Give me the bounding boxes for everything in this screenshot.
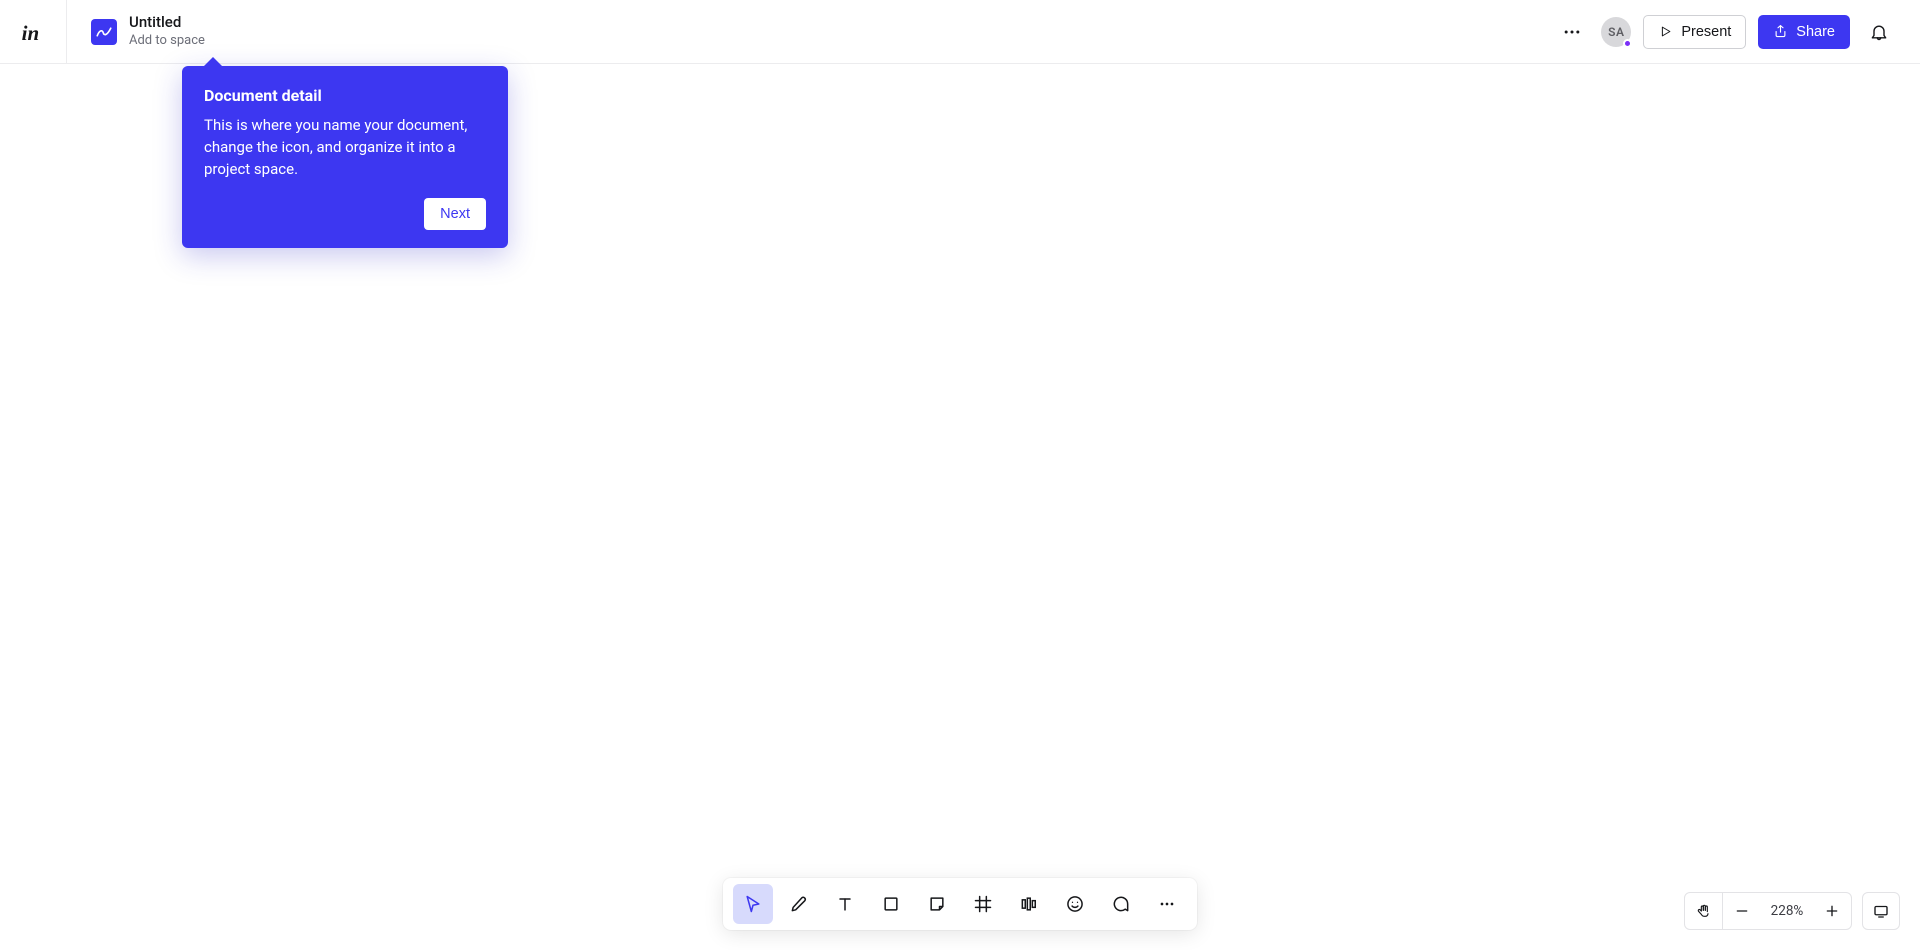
fit-to-screen-button[interactable] bbox=[1862, 892, 1900, 930]
add-to-space-link[interactable]: Add to space bbox=[129, 34, 205, 49]
cursor-icon bbox=[743, 894, 763, 914]
tooltip-next-button[interactable]: Next bbox=[424, 198, 486, 230]
document-title[interactable]: Untitled bbox=[129, 14, 205, 31]
share-label: Share bbox=[1796, 24, 1835, 40]
emoji-icon bbox=[1065, 894, 1085, 914]
plus-icon bbox=[1824, 903, 1840, 919]
zoom-value[interactable]: 228% bbox=[1761, 903, 1813, 919]
draw-tool[interactable] bbox=[779, 884, 819, 924]
top-bar: in Untitled Add to space SA P bbox=[0, 0, 1920, 64]
presence-dot-icon bbox=[1623, 39, 1632, 48]
comment-icon bbox=[1111, 894, 1131, 914]
user-avatar[interactable]: SA bbox=[1601, 17, 1631, 47]
text-tool[interactable] bbox=[825, 884, 865, 924]
square-icon bbox=[881, 894, 901, 914]
present-button[interactable]: Present bbox=[1643, 15, 1746, 49]
zoom-controls: 228% bbox=[1684, 892, 1900, 930]
svg-text:in: in bbox=[22, 20, 40, 44]
zoom-in-button[interactable] bbox=[1813, 892, 1851, 930]
sticky-note-tool[interactable] bbox=[917, 884, 957, 924]
zoom-box: 228% bbox=[1684, 892, 1852, 930]
play-icon bbox=[1658, 24, 1673, 39]
document-text: Untitled Add to space bbox=[129, 14, 205, 48]
pan-hand-button[interactable] bbox=[1685, 892, 1723, 930]
more-horizontal-icon bbox=[1562, 22, 1582, 42]
avatar-initials: SA bbox=[1608, 25, 1624, 39]
hand-icon bbox=[1696, 903, 1712, 919]
emoji-tool[interactable] bbox=[1055, 884, 1095, 924]
share-button[interactable]: Share bbox=[1758, 15, 1850, 49]
more-options-button[interactable] bbox=[1555, 15, 1589, 49]
align-tool[interactable] bbox=[1009, 884, 1049, 924]
document-block[interactable]: Untitled Add to space bbox=[67, 14, 205, 48]
more-horizontal-icon bbox=[1157, 894, 1177, 914]
sticky-note-icon bbox=[927, 894, 947, 914]
zoom-out-button[interactable] bbox=[1723, 892, 1761, 930]
onboarding-tooltip: Document detail This is where you name y… bbox=[182, 66, 508, 248]
comment-tool[interactable] bbox=[1101, 884, 1141, 924]
more-tools-button[interactable] bbox=[1147, 884, 1187, 924]
align-icon bbox=[1019, 894, 1039, 914]
tooltip-body: This is where you name your document, ch… bbox=[204, 115, 486, 180]
frame-tool[interactable] bbox=[963, 884, 1003, 924]
fit-screen-icon bbox=[1872, 902, 1890, 920]
present-label: Present bbox=[1681, 24, 1731, 40]
shape-tool[interactable] bbox=[871, 884, 911, 924]
select-tool[interactable] bbox=[733, 884, 773, 924]
top-bar-right: SA Present Share bbox=[1555, 15, 1920, 49]
text-icon bbox=[835, 894, 855, 914]
invision-logo-icon: in bbox=[19, 18, 47, 46]
share-icon bbox=[1773, 24, 1788, 39]
document-icon[interactable] bbox=[91, 19, 117, 45]
minus-icon bbox=[1734, 903, 1750, 919]
bell-icon bbox=[1869, 22, 1889, 42]
notifications-button[interactable] bbox=[1862, 15, 1896, 49]
tooltip-title: Document detail bbox=[204, 86, 486, 105]
app-logo[interactable]: in bbox=[0, 0, 67, 64]
frame-icon bbox=[973, 894, 993, 914]
toolbar bbox=[723, 878, 1197, 930]
freehand-icon bbox=[95, 23, 113, 41]
pencil-icon bbox=[789, 894, 809, 914]
